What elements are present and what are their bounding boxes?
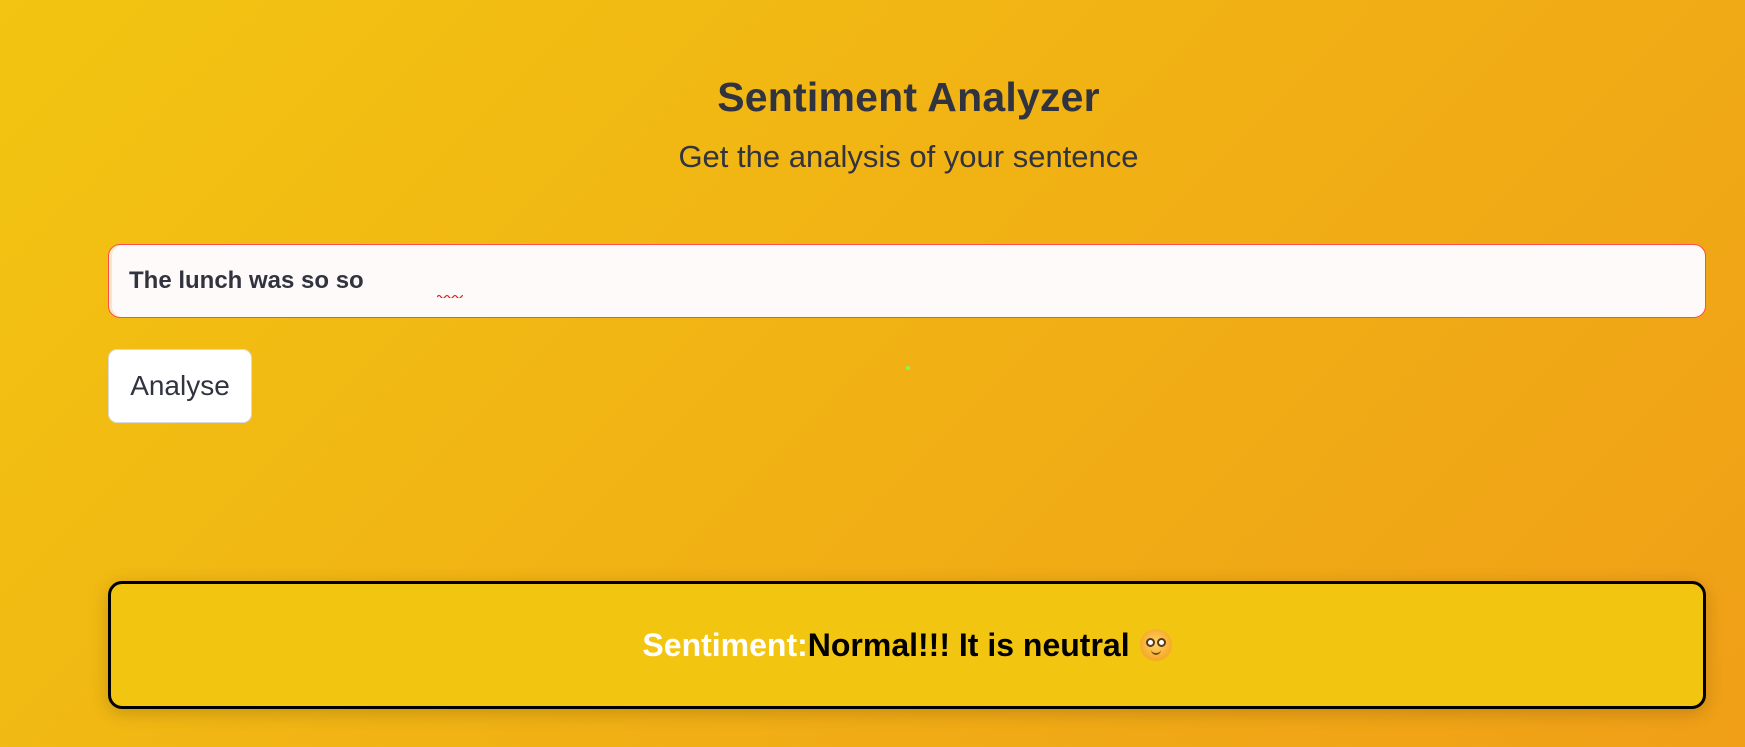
emoji-mouth xyxy=(1150,648,1161,655)
sentiment-value: Normal!!! It is neutral xyxy=(807,626,1130,663)
spellcheck-underline xyxy=(437,294,463,298)
sentence-input-container xyxy=(108,244,1706,318)
page-subtitle: Get the analysis of your sentence xyxy=(678,139,1139,174)
emoji-eye-right xyxy=(1156,638,1166,647)
analyse-button[interactable]: Analyse xyxy=(108,349,252,423)
sentence-input[interactable] xyxy=(109,245,1705,317)
neutral-face-emoji-icon xyxy=(1139,629,1172,661)
status-indicator xyxy=(906,366,910,370)
sentiment-result-box: Sentiment: Normal!!! It is neutral xyxy=(108,581,1706,709)
sentiment-label: Sentiment: xyxy=(642,626,808,663)
page-title: Sentiment Analyzer xyxy=(717,74,1100,120)
header: Sentiment Analyzer Get the analysis of y… xyxy=(0,74,1745,175)
emoji-eye-left xyxy=(1145,638,1155,647)
